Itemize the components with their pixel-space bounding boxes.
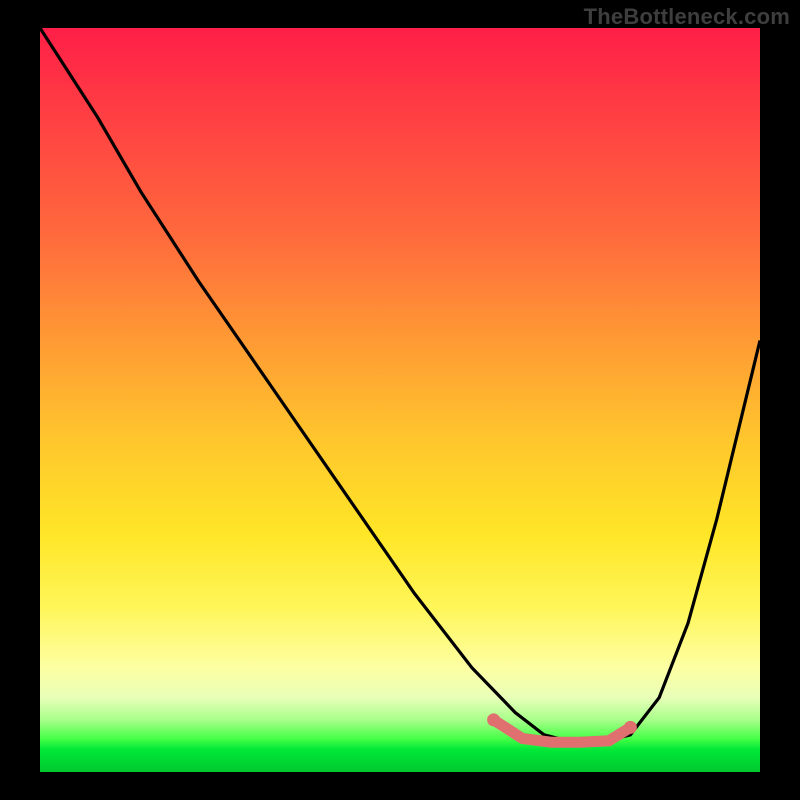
plot-area: [40, 28, 760, 772]
highlight-dot-left: [487, 713, 500, 726]
main-curve: [40, 28, 760, 742]
highlight-dot-right: [624, 721, 637, 734]
watermark-text: TheBottleneck.com: [584, 4, 790, 30]
chart-frame: TheBottleneck.com: [0, 0, 800, 800]
curve-layer: [40, 28, 760, 772]
highlight-bottom: [494, 720, 631, 742]
